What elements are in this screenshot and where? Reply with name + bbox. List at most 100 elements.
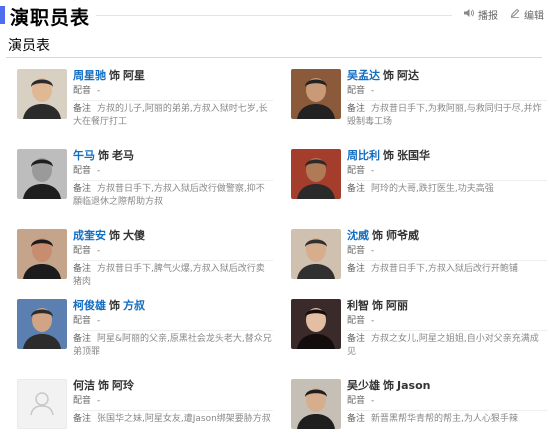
note-row: 备注 方叔昔日手下,为救阿丽,与救同归于尽,并炸毁制毒工场 [347, 101, 547, 131]
actor-name-line: 周星驰饰阿星 [73, 69, 273, 83]
actor-info: 沈威饰师爷威 配音 - 备注 方叔昔日手下,方叔入狱后改行开鲍铺 [347, 229, 547, 278]
actor-photo[interactable] [291, 299, 341, 349]
dubbing-label: 配音 [73, 166, 92, 176]
page-header: 演职员表 播报 编辑 [0, 0, 550, 30]
actor-photo[interactable] [291, 229, 341, 279]
note-text: 阿星&阿丽的父亲,原黑社会龙头老大,替众兄弟顶罪 [73, 334, 272, 357]
note-text: 方叔昔日手下,方叔入狱后改行开鲍铺 [371, 264, 518, 274]
note-text: 方叔之女儿,阿星之姐姐,自小对父亲充满成见 [347, 334, 539, 357]
character-name: 阿丽 [386, 299, 408, 312]
actor-info: 周星驰饰阿星 配音 - 备注 方叔的儿子,阿丽的弟弟,方叔入狱时七岁,长大在餐厅打工 [73, 69, 273, 131]
actor-info: 吴少雄饰 Jason 配音 - 备注 新晋黑帮华青帮的帮主,为人心狠手辣 [347, 379, 547, 428]
note-row: 备注 方叔昔日手下,脾气火爆,方叔入狱后改行卖猪肉 [73, 261, 273, 291]
note-text: 张国华之妹,阿星女友,遭Jason绑架要胁方叔 [97, 414, 271, 424]
actor-card: 何洁饰阿玲 配音 - 备注 张国华之妹,阿星女友,遭Jason绑架要胁方叔 [17, 379, 273, 438]
note-text: 新晋黑帮华青帮的帮主,为人心狠手辣 [371, 414, 518, 424]
character-name[interactable]: 方叔 [123, 299, 145, 312]
dubbing-row: 配音 - [347, 83, 547, 101]
section-divider [6, 57, 542, 58]
dubbing-label: 配音 [347, 396, 366, 406]
note-label: 备注 [73, 334, 92, 344]
note-row: 备注 阿星&阿丽的父亲,原黑社会龙头老大,替众兄弟顶罪 [73, 331, 273, 361]
actor-name[interactable]: 沈威 [347, 229, 369, 242]
actor-name[interactable]: 柯俊雄 [73, 299, 106, 312]
dubbing-label: 配音 [73, 246, 92, 256]
edit-button[interactable]: 编辑 [510, 7, 544, 22]
note-row: 备注 张国华之妹,阿星女友,遭Jason绑架要胁方叔 [73, 411, 273, 428]
dubbing-value: - [371, 396, 375, 406]
dubbing-label: 配音 [347, 246, 366, 256]
dubbing-row: 配音 - [347, 243, 547, 261]
actor-card: 吴孟达饰阿达 配音 - 备注 方叔昔日手下,为救阿丽,与救同归于尽,并炸毁制毒工场 [291, 69, 547, 141]
as-separator: 饰 [109, 299, 120, 312]
note-label: 备注 [73, 104, 92, 114]
character-name: 老马 [112, 149, 134, 162]
actor-name[interactable]: 吴孟达 [347, 69, 380, 82]
as-separator: 饰 [383, 149, 394, 162]
note-text: 方叔昔日手下,为救阿丽,与救同归于尽,并炸毁制毒工场 [347, 104, 542, 127]
note-label: 备注 [347, 184, 366, 194]
actor-name[interactable]: 周比利 [347, 149, 380, 162]
actor-card: 成奎安饰大傻配音 - 备注 方叔昔日手下,脾气火爆,方叔入狱后改行卖猪肉 [17, 229, 273, 301]
character-name: 师爷威 [386, 229, 419, 242]
actor-name-line: 吴孟达饰阿达 [347, 69, 547, 83]
note-row: 备注 新晋黑帮华青帮的帮主,为人心狠手辣 [347, 411, 547, 428]
note-text: 方叔昔日手下,方叔入狱后改行做警察,抑不願临退休之際帮助方叔 [73, 184, 265, 207]
note-row: 备注 方叔的儿子,阿丽的弟弟,方叔入狱时七岁,长大在餐厅打工 [73, 101, 273, 131]
dubbing-value: - [371, 166, 375, 176]
page-title: 演职员表 [10, 7, 91, 29]
actor-card: 午马饰老马 配音 - 备注 方叔昔日手下,方叔入狱后改行做警察,抑不願临退休之際帮助方叔 [17, 149, 273, 221]
actor-name-line: 柯俊雄饰方叔 [73, 299, 273, 313]
character-name: Jason [397, 379, 431, 392]
actor-name-line: 午马饰老马 [73, 149, 273, 163]
note-text: 方叔昔日手下,脾气火爆,方叔入狱后改行卖猪肉 [73, 264, 265, 287]
actor-name[interactable]: 午马 [73, 149, 95, 162]
actor-photo[interactable] [291, 379, 341, 429]
actor-photo[interactable] [291, 149, 341, 199]
actor-name: 吴少雄 [347, 379, 380, 392]
note-label: 备注 [73, 184, 92, 194]
character-name: 大傻 [123, 229, 145, 242]
dubbing-row: 配音 - [73, 313, 273, 331]
as-separator: 饰 [372, 229, 383, 242]
play-button[interactable]: 播报 [463, 7, 498, 22]
dubbing-value: - [97, 246, 101, 256]
header-divider [96, 15, 452, 16]
dubbing-row: 配音 - [73, 393, 273, 411]
actor-photo[interactable] [17, 229, 67, 279]
dubbing-value: - [371, 86, 375, 96]
actor-card: 柯俊雄饰方叔 配音 - 备注 阿星&阿丽的父亲,原黑社会龙头老大,替众兄弟顶罪 [17, 299, 273, 371]
dubbing-value: - [97, 166, 101, 176]
as-separator: 饰 [383, 379, 394, 392]
actor-card: 周星驰饰阿星 配音 - 备注 方叔的儿子,阿丽的弟弟,方叔入狱时七岁,长大在餐厅打工 [17, 69, 273, 141]
actor-card: 吴少雄饰 Jason 配音 - 备注 新晋黑帮华青帮的帮主,为人心狠手辣 [291, 379, 547, 438]
actor-name[interactable]: 周星驰 [73, 69, 106, 82]
actor-name-line: 吴少雄饰 Jason [347, 379, 547, 393]
note-label: 备注 [347, 104, 366, 114]
actor-photo[interactable] [291, 69, 341, 119]
dubbing-label: 配音 [347, 86, 366, 96]
actor-photo[interactable] [17, 69, 67, 119]
actor-name-line: 沈威饰师爷威 [347, 229, 547, 243]
character-name: 阿星 [123, 69, 145, 82]
dubbing-row: 配音 - [73, 163, 273, 181]
as-separator: 饰 [372, 299, 383, 312]
actor-info: 利智饰阿丽 配音 - 备注 方叔之女儿,阿星之姐姐,自小对父亲充满成见 [347, 299, 547, 361]
dubbing-label: 配音 [73, 396, 92, 406]
section-title: 演员表 [8, 38, 50, 54]
actor-name: 何洁 [73, 379, 95, 392]
character-name: 阿玲 [112, 379, 134, 392]
actor-photo[interactable] [17, 299, 67, 349]
actor-info: 午马饰老马 配音 - 备注 方叔昔日手下,方叔入狱后改行做警察,抑不願临退休之際帮助方叔 [73, 149, 273, 211]
note-row: 备注 方叔昔日手下,方叔入狱后改行做警察,抑不願临退休之際帮助方叔 [73, 181, 273, 211]
dubbing-value: - [371, 316, 375, 326]
actor-name-line: 利智饰阿丽 [347, 299, 547, 313]
actor-name: 利智 [347, 299, 369, 312]
dubbing-label: 配音 [73, 316, 92, 326]
dubbing-label: 配音 [347, 166, 366, 176]
actor-photo[interactable] [17, 149, 67, 199]
as-separator: 饰 [109, 229, 120, 242]
character-name: 张国华 [397, 149, 430, 162]
actor-name[interactable]: 成奎安 [73, 229, 106, 242]
actor-info: 周比利饰张国华 配音 - 备注 阿玲的大哥,跌打医生,功夫高强 [347, 149, 547, 198]
